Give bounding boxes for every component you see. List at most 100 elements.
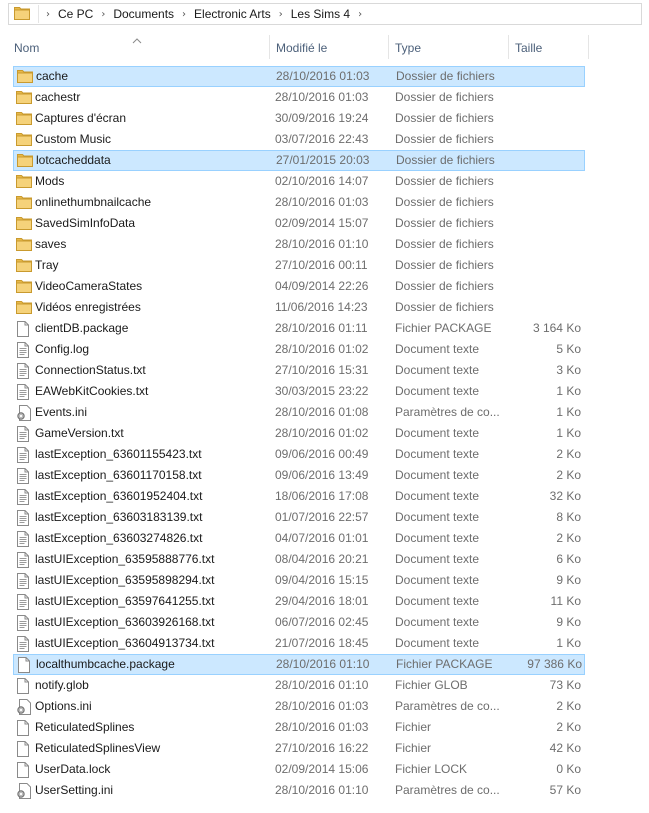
settings-file-icon (16, 780, 32, 801)
file-modified: 28/10/2016 01:08 (275, 405, 369, 419)
text-file-icon (16, 570, 32, 591)
file-row[interactable]: notify.glob 28/10/2016 01:10 Fichier GLOB 7… (13, 675, 585, 696)
file-name: Mods (35, 174, 65, 188)
folder-row[interactable]: SavedSimInfoData 02/09/2014 15:07 Dossier … (13, 213, 585, 234)
file-name: Config.log (35, 342, 90, 356)
folder-row[interactable]: Captures d'écran 30/09/2016 19:24 Dossier … (13, 108, 585, 129)
breadcrumb-documents[interactable]: Documents (110, 7, 177, 21)
file-name: Options.ini (35, 699, 92, 713)
folder-icon (16, 213, 32, 234)
chevron-right-icon[interactable]: › (177, 9, 191, 20)
address-bar[interactable]: › Ce PC › Documents › Electronic Arts › … (8, 3, 642, 25)
file-type: Document texte (395, 363, 480, 377)
file-name: lastException_63601170158.txt (35, 468, 202, 482)
file-name: clientDB.package (35, 321, 129, 335)
file-type: Document texte (395, 573, 480, 587)
breadcrumb-ce-pc[interactable]: Ce PC (55, 7, 96, 21)
chevron-right-icon[interactable]: › (353, 9, 367, 20)
file-row[interactable]: lastUIException_63595898294.txt 09/04/201… (13, 570, 585, 591)
file-type: Dossier de fichiers (395, 237, 494, 251)
file-row[interactable]: lastUIException_63603926168.txt 06/07/201… (13, 612, 585, 633)
folder-row[interactable]: cache 28/10/2016 01:03 Dossier de fichiers (13, 66, 585, 87)
file-name: Captures d'écran (35, 111, 127, 125)
file-row[interactable]: lastUIException_63597641255.txt 29/04/201… (13, 591, 585, 612)
file-type: Document texte (395, 342, 480, 356)
file-size: 73 Ko (549, 678, 581, 692)
file-row[interactable]: clientDB.package 28/10/2016 01:11 Fichier … (13, 318, 585, 339)
file-row[interactable]: ReticulatedSplines 28/10/2016 01:03 Fichie… (13, 717, 585, 738)
file-size (515, 255, 581, 276)
file-modified: 27/10/2016 15:31 (275, 363, 369, 377)
file-row[interactable]: UserData.lock 02/09/2014 15:06 Fichier LOC… (13, 759, 585, 780)
folder-row[interactable]: Mods 02/10/2016 14:07 Dossier de fichiers (13, 171, 585, 192)
file-type: Document texte (395, 636, 480, 650)
file-row[interactable]: lastException_63601170158.txt 09/06/2016 … (13, 465, 585, 486)
file-modified: 27/01/2015 20:03 (276, 153, 370, 167)
file-modified: 02/09/2014 15:06 (275, 762, 369, 776)
file-row[interactable]: GameVersion.txt 28/10/2016 01:02 Document … (13, 423, 585, 444)
column-type[interactable]: Type (389, 33, 509, 63)
file-row[interactable]: Options.ini 28/10/2016 01:03 Paramètres de… (13, 696, 585, 717)
file-type: Dossier de fichiers (396, 153, 495, 167)
file-modified: 28/10/2016 01:10 (276, 657, 370, 671)
breadcrumb-les-sims-4[interactable]: Les Sims 4 (288, 7, 353, 21)
folder-row[interactable]: Tray 27/10/2016 00:11 Dossier de fichiers (13, 255, 585, 276)
text-file-icon (16, 423, 32, 444)
column-modified[interactable]: Modifié le (270, 33, 389, 63)
column-size[interactable]: Taille (509, 33, 589, 63)
file-row[interactable]: EAWebKitCookies.txt 30/03/2015 23:22 Docum… (13, 381, 585, 402)
file-row[interactable]: localthumbcache.package 28/10/2016 01:10 F… (13, 654, 585, 675)
folder-row[interactable]: onlinethumbnailcache 28/10/2016 01:03 Doss… (13, 192, 585, 213)
file-row[interactable]: Config.log 28/10/2016 01:02 Document texte… (13, 339, 585, 360)
file-modified: 09/06/2016 13:49 (275, 468, 369, 482)
folder-row[interactable]: cachestr 28/10/2016 01:03 Dossier de fichi… (13, 87, 585, 108)
file-row[interactable]: lastException_63603274826.txt 04/07/2016 … (13, 528, 585, 549)
file-type: Document texte (395, 468, 480, 482)
column-name[interactable]: Nom (8, 33, 270, 63)
file-name: ReticulatedSplinesView (35, 741, 161, 755)
file-size: 2 Ko (556, 531, 581, 545)
file-size: 1 Ko (556, 426, 581, 440)
folder-icon (14, 6, 30, 23)
file-name: lastUIException_63595898294.txt (35, 573, 215, 587)
file-row[interactable]: lastException_63601952404.txt 18/06/2016 … (13, 486, 585, 507)
folder-row[interactable]: VideoCameraStates 04/09/2014 22:26 Dossier… (13, 276, 585, 297)
file-row[interactable]: ConnectionStatus.txt 27/10/2016 15:31 Docu… (13, 360, 585, 381)
file-row[interactable]: lastException_63601155423.txt 09/06/2016 … (13, 444, 585, 465)
file-type: Document texte (395, 594, 480, 608)
file-size: 11 Ko (550, 594, 581, 608)
file-row[interactable]: ReticulatedSplinesView 27/10/2016 16:22 Fi… (13, 738, 585, 759)
folder-row[interactable]: Custom Music 03/07/2016 22:43 Dossier de f… (13, 129, 585, 150)
file-row[interactable]: UserSetting.ini 28/10/2016 01:10 Paramètre… (13, 780, 585, 801)
folder-row[interactable]: saves 28/10/2016 01:10 Dossier de fichiers (13, 234, 585, 255)
file-modified: 28/10/2016 01:03 (275, 720, 369, 734)
settings-file-icon (16, 402, 32, 423)
file-modified: 03/07/2016 22:43 (275, 132, 369, 146)
file-type: Fichier (395, 741, 432, 755)
folder-row[interactable]: lotcacheddata 27/01/2015 20:03 Dossier de … (13, 150, 585, 171)
text-file-icon (16, 339, 32, 360)
chevron-right-icon[interactable]: › (96, 9, 110, 20)
folder-row[interactable]: Vidéos enregistrées 11/06/2016 14:23 Dossi… (13, 297, 585, 318)
column-size-label: Taille (515, 41, 543, 55)
column-modified-label: Modifié le (276, 41, 328, 55)
file-size (515, 108, 581, 129)
text-file-icon (16, 528, 32, 549)
file-name: ReticulatedSplines (35, 720, 135, 734)
breadcrumb-electronic-arts[interactable]: Electronic Arts (191, 7, 274, 21)
file-type: Paramètres de co... (395, 783, 500, 797)
file-row[interactable]: lastUIException_63595888776.txt 08/04/201… (13, 549, 585, 570)
file-type: Fichier PACKAGE (396, 657, 493, 671)
chevron-right-icon[interactable]: › (274, 9, 288, 20)
file-row[interactable]: Events.ini 28/10/2016 01:08 Paramètres de … (13, 402, 585, 423)
file-size (515, 297, 581, 318)
chevron-right-icon[interactable]: › (41, 9, 55, 20)
file-row[interactable]: lastException_63603183139.txt 01/07/2016 … (13, 507, 585, 528)
file-type: Document texte (395, 426, 480, 440)
file-modified: 30/09/2016 19:24 (275, 111, 369, 125)
file-row[interactable]: lastUIException_63604913734.txt 21/07/201… (13, 633, 585, 654)
file-name: lastUIException_63604913734.txt (35, 636, 215, 650)
file-name: Tray (35, 258, 59, 272)
text-file-icon (16, 591, 32, 612)
file-size: 1 Ko (556, 384, 581, 398)
